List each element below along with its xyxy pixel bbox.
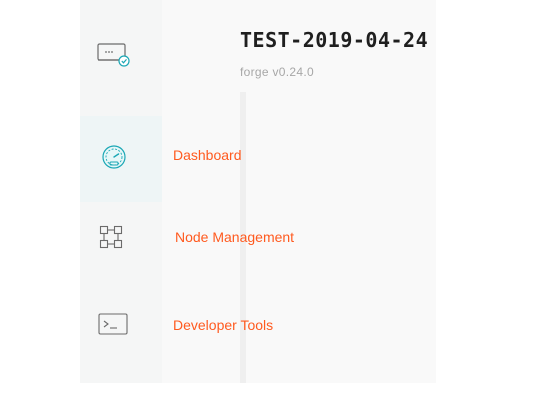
speedometer-icon[interactable] xyxy=(101,144,127,170)
terminal-icon[interactable] xyxy=(98,313,128,335)
node-grid-icon[interactable] xyxy=(99,225,123,249)
app-version: forge v0.24.0 xyxy=(240,65,314,79)
page-title: TEST-2019-04-24 (18.*. xyxy=(240,28,436,52)
nav-label-developer-tools[interactable]: Developer Tools xyxy=(173,317,273,333)
app-window: TEST-2019-04-24 (18.*. forge v0.24.0 Das… xyxy=(80,0,436,383)
nav-label-dashboard[interactable]: Dashboard xyxy=(173,147,242,163)
server-check-icon xyxy=(97,43,130,67)
nav-label-node-management[interactable]: Node Management xyxy=(175,229,294,245)
